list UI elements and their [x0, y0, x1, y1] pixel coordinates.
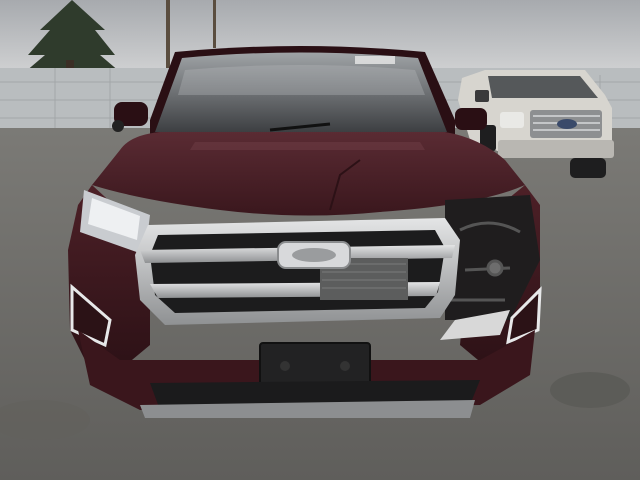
utility-pole	[166, 0, 170, 72]
photo-scene	[0, 0, 640, 480]
utility-pole	[213, 0, 216, 48]
side-mirror-right	[455, 108, 487, 130]
vehicle-photo	[0, 0, 640, 480]
